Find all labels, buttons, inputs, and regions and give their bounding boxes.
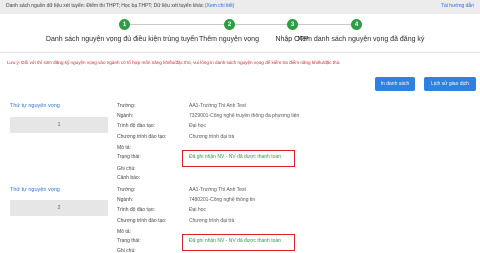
step-3-circle[interactable]: 3 <box>287 19 298 30</box>
major-value: 7480201-Công nghệ thông tin <box>189 197 256 203</box>
warning-note: Lưu ý: Đối với thí sinh đăng ký nguyện v… <box>7 60 341 65</box>
wish-2-program-row: Chương trình đào tạo: Chương trình đại t… <box>0 218 480 227</box>
school-value: AA1-Trường Thí Anh Test <box>189 187 246 193</box>
school-label: Trường: <box>117 103 136 109</box>
status-label: Trạng thái: <box>117 238 141 244</box>
wish-1-school-row: Trường: AA1-Trường Thí Anh Test <box>0 103 480 112</box>
step-1-circle[interactable]: 1 <box>119 19 130 30</box>
wish-2-school-row: Trường: AA1-Trường Thí Anh Test <box>0 187 480 196</box>
wish-1-major-row: Ngành: 7329001-Công nghệ truyền thông đa… <box>0 113 480 122</box>
major-value: 7329001-Công nghệ truyền thông đa phương… <box>189 113 300 119</box>
program-value: Chương trình đại trà <box>189 218 235 224</box>
wish-2-major-row: Ngành: 7480201-Công nghệ thông tin <box>0 197 480 206</box>
guide-link[interactable]: Tài hướng dẫn <box>441 3 474 9</box>
step-4-label[interactable]: Xem danh sách nguyện vọng đã đăng ký <box>298 36 425 43</box>
level-value: Đại học <box>189 207 206 213</box>
wish-1-program-row: Chương trình đào tạo: Chương trình đại t… <box>0 134 480 143</box>
step-connector <box>298 24 351 25</box>
step-connector <box>235 24 287 25</box>
description-label: Mô tả: <box>117 229 131 235</box>
major-label: Ngành: <box>117 197 134 203</box>
view-details-link[interactable]: (Xem chi tiết) <box>205 3 234 9</box>
data-source-label: Danh sách nguồn dữ liệu xét tuyển: Điểm … <box>6 3 204 9</box>
notes-label: Ghi chú: <box>117 166 136 172</box>
wish-2-level-row: Trình độ đào tạo: Đại học <box>0 207 480 216</box>
section-divider <box>0 52 480 53</box>
wish-1-notes-row: Ghi chú: <box>0 166 480 175</box>
level-label: Trình độ đào tạo: <box>117 207 155 213</box>
school-label: Trường: <box>117 187 136 193</box>
major-label: Ngành: <box>117 113 134 119</box>
top-info-bar: Danh sách nguồn dữ liệu xét tuyển: Điểm … <box>0 0 480 14</box>
notes-label: Ghi chú: <box>117 248 136 253</box>
level-value: Đại học <box>189 123 206 129</box>
school-value: AA1-Trường Thí Anh Test <box>189 103 246 109</box>
warning-label: Cảnh báo: <box>117 175 141 181</box>
status-label: Trạng thái: <box>117 154 141 160</box>
level-label: Trình độ đào tạo: <box>117 123 155 129</box>
step-connector <box>130 24 224 25</box>
step-2-label[interactable]: Thêm nguyện vọng <box>199 36 259 43</box>
wish-1-level-row: Trình độ đào tạo: Đại học <box>0 123 480 132</box>
step-2-circle[interactable]: 2 <box>224 19 235 30</box>
transaction-history-button[interactable]: Lịch sử giao dịch <box>424 77 476 91</box>
step-1-label[interactable]: Danh sách nguyện vọng đủ điều kiện trúng… <box>46 36 198 43</box>
print-list-button[interactable]: In danh sách <box>375 77 415 91</box>
status-highlight-box <box>182 150 295 167</box>
wish-1-warning-row: Cảnh báo: <box>0 175 480 184</box>
program-label: Chương trình đào tạo: <box>117 218 167 224</box>
progress-stepper: 1 Danh sách nguyện vọng đủ điều kiện trú… <box>0 14 480 52</box>
program-value: Chương trình đại trà <box>189 134 235 140</box>
wish-2-notes-row: Ghi chú: <box>0 248 480 253</box>
data-source-text: Danh sách nguồn dữ liệu xét tuyển: Điểm … <box>6 3 234 9</box>
step-4-circle[interactable]: 4 <box>351 19 362 30</box>
program-label: Chương trình đào tạo: <box>117 134 167 140</box>
description-label: Mô tả: <box>117 145 131 151</box>
